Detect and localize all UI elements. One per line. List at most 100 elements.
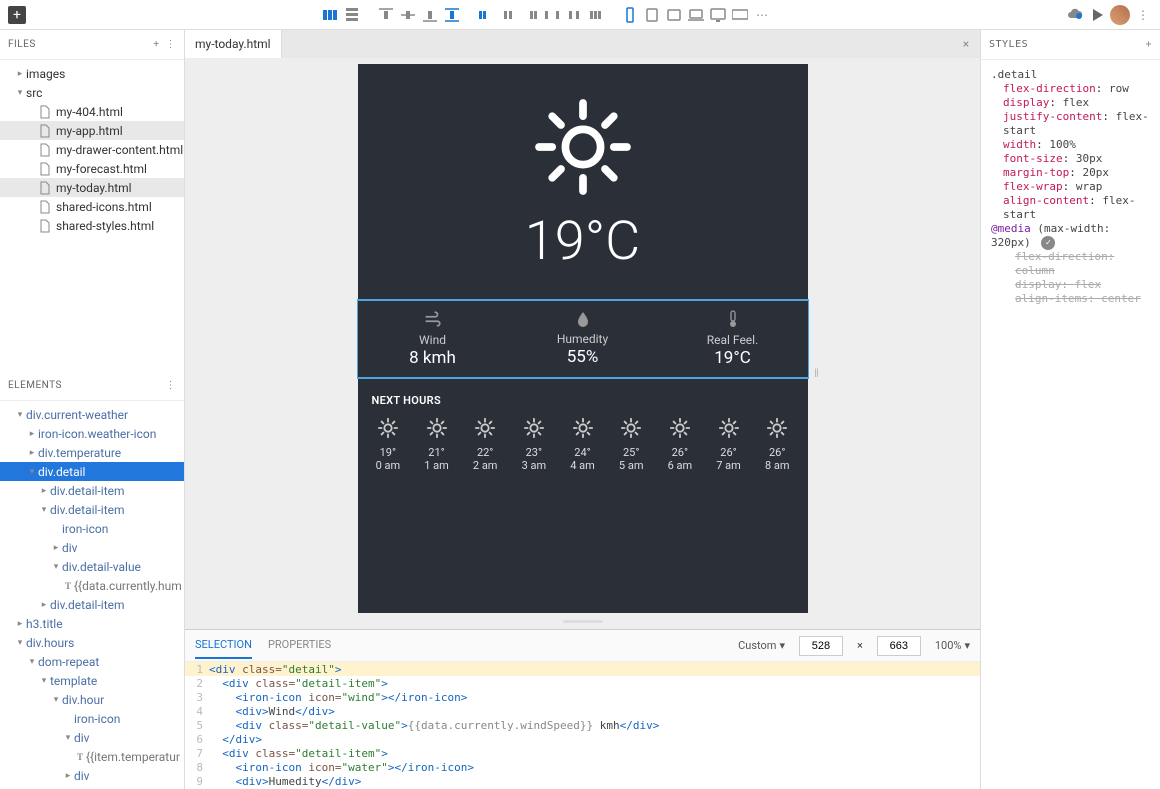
element-node[interactable]: T{{data.currently.hum	[0, 576, 184, 595]
file-item[interactable]: shared-styles.html	[0, 216, 184, 235]
code-line[interactable]: 9 <div>Humedity</div>	[185, 774, 980, 788]
code-line[interactable]: 6 </div>	[185, 732, 980, 746]
avatar[interactable]	[1110, 5, 1130, 25]
element-node[interactable]: ▸div	[0, 538, 184, 557]
element-node[interactable]: ▸div.temperature	[0, 443, 184, 462]
center-panel: my-today.html ×	[185, 30, 980, 789]
element-node[interactable]: ▸h3.title	[0, 614, 184, 633]
media-query[interactable]: @media (max-width: 320px) ✓	[991, 222, 1150, 250]
add-file-icon[interactable]: +	[153, 39, 159, 50]
code-line[interactable]: 7 <div class="detail-item">	[185, 746, 980, 760]
element-node[interactable]: iron-icon	[0, 519, 184, 538]
file-item[interactable]: my-forecast.html	[0, 159, 184, 178]
element-node[interactable]: ▾dom-repeat	[0, 652, 184, 671]
style-rule[interactable]: display: flex	[991, 96, 1150, 110]
width-input[interactable]	[799, 636, 843, 656]
file-item[interactable]: my-app.html	[0, 121, 184, 140]
element-node[interactable]: ▾div.hour	[0, 690, 184, 709]
device-phone-icon[interactable]	[621, 6, 639, 24]
more-icon[interactable]: ⋯	[753, 6, 771, 24]
align-middle-icon[interactable]	[399, 6, 417, 24]
code-line[interactable]: 1<div class="detail">	[185, 662, 980, 676]
element-node[interactable]: T{{item.temperatur	[0, 747, 184, 766]
flex-column-icon[interactable]	[343, 6, 361, 24]
code-line[interactable]: 8 <iron-icon icon="water"></iron-icon>	[185, 760, 980, 774]
code-line[interactable]: 5 <div class="detail-value">{{data.curre…	[185, 718, 980, 732]
device-desktop-icon[interactable]	[709, 6, 727, 24]
justify-evenly-icon[interactable]	[587, 6, 605, 24]
preset-dropdown[interactable]: Custom ▾	[738, 639, 785, 652]
code-line[interactable]: 4 <div>Wind</div>	[185, 704, 980, 718]
justify-start-icon[interactable]	[477, 6, 495, 24]
flex-row-icon[interactable]	[321, 6, 339, 24]
element-node[interactable]: iron-icon	[0, 709, 184, 728]
justify-center-icon[interactable]	[499, 6, 517, 24]
sun-small-icon	[426, 417, 448, 446]
height-input[interactable]	[877, 636, 921, 656]
folder-item[interactable]: ▸images	[0, 64, 184, 83]
elements-tree[interactable]: ▾div.current-weather▸iron-icon.weather-i…	[0, 401, 184, 789]
justify-around-icon[interactable]	[565, 6, 583, 24]
tab-close-button[interactable]: ×	[952, 30, 980, 58]
device-tablet-icon[interactable]	[643, 6, 661, 24]
style-rule[interactable]: justify-content: flex-start	[991, 110, 1150, 138]
style-rule[interactable]: margin-top: 20px	[991, 166, 1150, 180]
style-rule[interactable]: align-items: center	[991, 292, 1150, 306]
device-tablet-land-icon[interactable]	[665, 6, 683, 24]
style-rule[interactable]: flex-wrap: wrap	[991, 180, 1150, 194]
code-line[interactable]: 2 <div class="detail-item">	[185, 676, 980, 690]
menu-icon[interactable]: ⋮	[1134, 6, 1152, 24]
align-stretch-icon[interactable]	[443, 6, 461, 24]
hour-temp: 24°	[574, 446, 590, 459]
style-rule[interactable]: flex-direction: column	[991, 250, 1150, 278]
play-icon[interactable]	[1088, 6, 1106, 24]
element-node[interactable]: ▾div	[0, 728, 184, 747]
file-item[interactable]: my-drawer-content.html	[0, 140, 184, 159]
styles-body[interactable]: .detailflex-direction: rowdisplay: flexj…	[981, 60, 1160, 314]
files-tree[interactable]: ▸images▾srcmy-404.htmlmy-app.htmlmy-draw…	[0, 60, 184, 371]
hour-item: 23°3 am	[514, 417, 555, 472]
file-tab[interactable]: my-today.html	[185, 30, 282, 58]
element-node[interactable]: ▸div.detail-item	[0, 595, 184, 614]
element-node[interactable]: ▾div.detail-value	[0, 557, 184, 576]
style-rule[interactable]: width: 100%	[991, 138, 1150, 152]
style-selector[interactable]: .detail	[991, 68, 1150, 82]
file-item[interactable]: shared-icons.html	[0, 197, 184, 216]
file-item[interactable]: my-404.html	[0, 102, 184, 121]
add-button[interactable]: +	[8, 6, 26, 24]
device-wide-icon[interactable]	[731, 6, 749, 24]
style-rule[interactable]: font-size: 30px	[991, 152, 1150, 166]
element-node[interactable]: ▾div.detail-item	[0, 500, 184, 519]
cloud-icon[interactable]	[1066, 6, 1084, 24]
code-line[interactable]: 3 <iron-icon icon="wind"></iron-icon>	[185, 690, 980, 704]
hours-row: 19°0 am21°1 am22°2 am23°3 am24°4 am25°5 …	[358, 417, 808, 472]
elements-menu-icon[interactable]: ⋮	[166, 380, 177, 391]
device-tools-group: ⋯	[621, 6, 771, 24]
align-top-icon[interactable]	[377, 6, 395, 24]
code-editor[interactable]: 1<div class="detail">2 <div class="detai…	[185, 661, 980, 789]
element-node[interactable]: ▸div	[0, 766, 184, 785]
file-item[interactable]: my-today.html	[0, 178, 184, 197]
folder-item[interactable]: ▾src	[0, 83, 184, 102]
canvas[interactable]: 19°C Wind8 kmhHumedity55%Real Feel.19°C …	[185, 58, 980, 613]
style-rule[interactable]: flex-direction: row	[991, 82, 1150, 96]
resize-handle-bottom[interactable]	[185, 613, 980, 629]
element-node[interactable]: ▸div.detail-item	[0, 481, 184, 500]
files-menu-icon[interactable]: ⋮	[166, 39, 177, 50]
justify-between-icon[interactable]	[543, 6, 561, 24]
resize-handle-right[interactable]: ‖	[813, 358, 821, 388]
justify-end-icon[interactable]	[521, 6, 539, 24]
zoom-dropdown[interactable]: 100% ▾	[935, 639, 970, 652]
element-node[interactable]: ▾div.detail	[0, 462, 184, 481]
device-laptop-icon[interactable]	[687, 6, 705, 24]
element-node[interactable]: ▾div.hours	[0, 633, 184, 652]
style-rule[interactable]: align-content: flex-start	[991, 194, 1150, 222]
style-rule[interactable]: display: flex	[991, 278, 1150, 292]
tab-properties[interactable]: PROPERTIES	[268, 632, 331, 659]
element-node[interactable]: ▾div.current-weather	[0, 405, 184, 424]
add-style-icon[interactable]: +	[1145, 39, 1152, 50]
element-node[interactable]: ▸iron-icon.weather-icon	[0, 424, 184, 443]
tab-selection[interactable]: SELECTION	[195, 632, 252, 659]
align-bottom-icon[interactable]	[421, 6, 439, 24]
element-node[interactable]: ▾template	[0, 671, 184, 690]
